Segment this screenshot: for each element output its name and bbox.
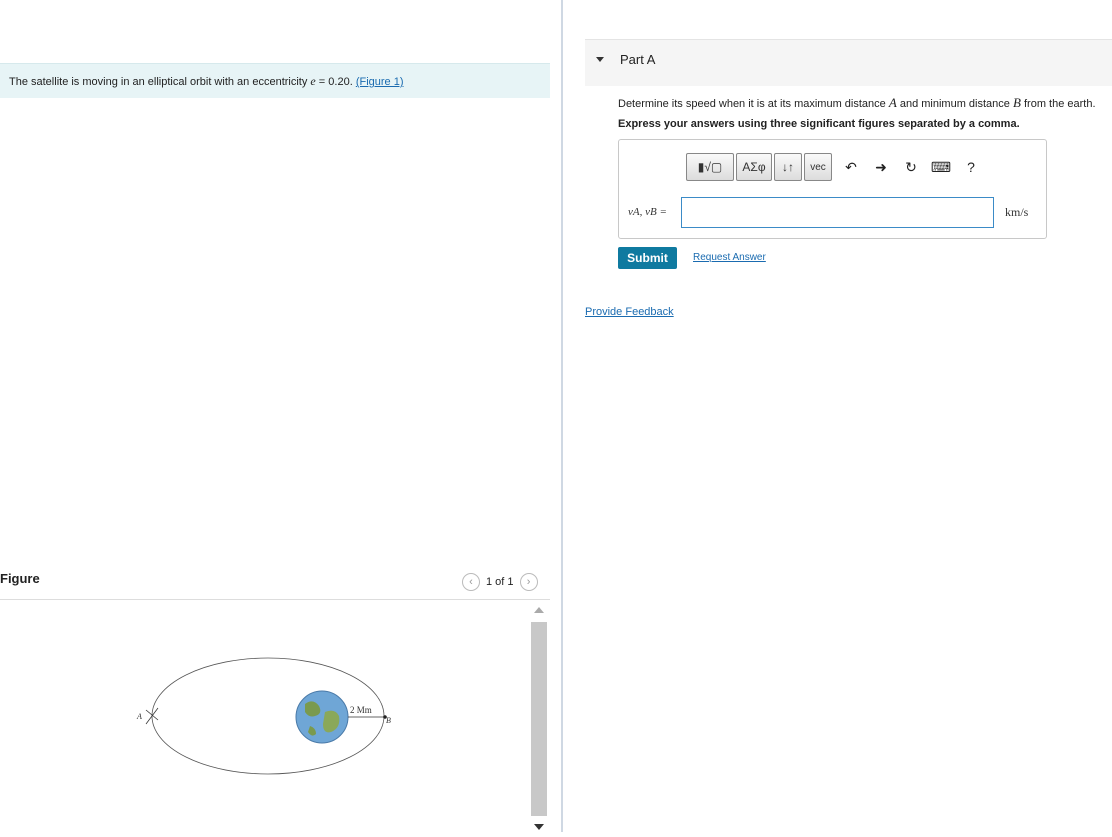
question-post: from the earth. [1024,98,1096,110]
provide-feedback-link[interactable]: Provide Feedback [585,306,674,318]
scrollbar-thumb[interactable] [531,622,547,816]
label-a: A [136,712,142,721]
satellite-icon [145,707,159,725]
var-b: B [1012,95,1021,110]
figure-title: Figure [0,571,40,586]
var-a: A [888,95,897,110]
part-a-header[interactable]: Part A [585,39,1112,86]
distance-label: 2 Mm [350,705,372,715]
question-text: Determine its speed when it is at its ma… [618,95,1096,111]
question-pre: Determine its speed when it is at its ma… [618,98,886,110]
keyboard-icon[interactable]: ⌨ [928,153,954,181]
reset-icon[interactable]: ↻ [898,153,924,181]
scroll-up-icon[interactable] [534,607,544,613]
part-a-title: Part A [620,52,656,67]
figure-pager: ‹ 1 of 1 › [462,571,538,593]
answer-input[interactable] [681,197,994,228]
templates-button[interactable]: ▮√▢ [686,153,734,181]
figure-scrollbar[interactable] [530,602,548,832]
answer-editor: ▮√▢ ΑΣφ ↓↑ vec ↶ ➜ ↻ ⌨ ? vA, vB = km/s [618,139,1047,239]
arrows-button[interactable]: ↓↑ [774,153,802,181]
next-figure-button[interactable]: › [519,573,538,591]
problem-panel: The satellite is moving in an elliptical… [0,0,562,832]
intro-text: The satellite is moving in an elliptical… [9,76,308,88]
answer-instructions: Express your answers using three signifi… [618,118,1020,130]
orbit-diagram: 2 Mm B A [136,657,391,775]
orbit-ellipse [151,657,385,775]
vector-button[interactable]: vec [804,153,832,181]
greek-symbols-button[interactable]: ΑΣφ [736,153,772,181]
figure-image: 2 Mm B A [0,600,530,832]
prev-figure-button[interactable]: ‹ [462,573,480,591]
submit-button[interactable]: Submit [618,247,677,269]
answer-unit: km/s [1005,205,1029,219]
request-answer-link[interactable]: Request Answer [693,252,766,263]
question-mid: and minimum distance [899,98,1010,110]
column-divider [561,0,563,832]
undo-icon[interactable]: ↶ [838,153,864,181]
problem-statement: The satellite is moving in an elliptical… [0,63,550,98]
redo-icon[interactable]: ➜ [868,153,894,181]
math-toolbar: ▮√▢ ΑΣφ ↓↑ vec ↶ ➜ ↻ ⌨ ? [686,153,984,181]
scroll-down-icon[interactable] [534,824,544,830]
eccentricity-value: = 0.20. [315,76,353,88]
figure-link[interactable]: (Figure 1) [356,76,404,88]
collapse-caret-icon[interactable] [596,57,604,62]
answer-label: vA, vB = [628,206,667,218]
figure-count: 1 of 1 [486,576,514,588]
help-button[interactable]: ? [958,153,984,181]
label-b: B [386,716,391,725]
